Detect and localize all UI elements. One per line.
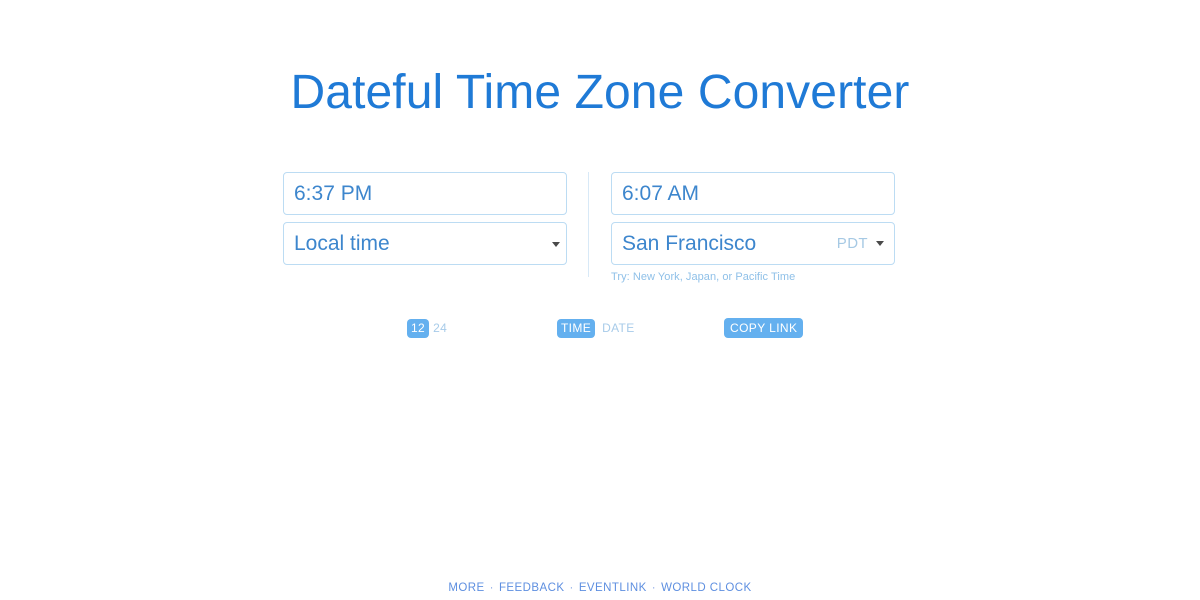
controls-row: 12 24 TIME DATE COPY LINK	[0, 317, 1200, 339]
mode-toggle[interactable]: TIME DATE	[557, 317, 639, 339]
footer-separator: ·	[489, 582, 494, 594]
source-timezone-select[interactable]: Local time	[283, 222, 567, 265]
target-timezone-abbreviation: PDT	[836, 235, 868, 252]
mode-option-time[interactable]: TIME	[557, 318, 596, 338]
source-timezone-value: Local time	[294, 231, 390, 255]
column-divider	[588, 172, 589, 277]
time-zone-converter: 6:37 PM Local time 6:07 AM San Francisco…	[283, 172, 895, 283]
footer-separator: ·	[569, 582, 574, 594]
source-time-input[interactable]: 6:37 PM	[283, 172, 567, 215]
footer-separator: ·	[651, 582, 657, 594]
hour-format-toggle[interactable]: 12 24	[407, 317, 451, 339]
app-root: Dateful Time Zone Converter 6:37 PM Loca…	[0, 0, 1200, 600]
chevron-down-icon	[876, 241, 884, 246]
page-title: Dateful Time Zone Converter	[290, 66, 910, 119]
target-time-value: 6:07 AM	[622, 181, 700, 205]
copy-link-container[interactable]: COPY LINK	[724, 317, 804, 339]
source-time-value: 6:37 PM	[294, 181, 373, 205]
copy-link-button[interactable]: COPY LINK	[724, 318, 804, 338]
hour-format-option-12[interactable]: 12	[407, 318, 430, 338]
footer-link-eventlink[interactable]: EVENTLINK	[579, 582, 647, 594]
target-time-input[interactable]: 6:07 AM	[611, 172, 895, 215]
target-column: 6:07 AM San Francisco PDT Try: New York,…	[611, 172, 895, 283]
footer-link-feedback[interactable]: FEEDBACK	[499, 582, 565, 594]
chevron-down-icon	[552, 242, 560, 247]
timezone-hint: Try: New York, Japan, or Pacific Time	[611, 271, 796, 283]
target-timezone-value: San Francisco	[622, 231, 757, 255]
footer-link-world-clock[interactable]: WORLD CLOCK	[661, 582, 752, 594]
hour-format-option-24[interactable]: 24	[429, 319, 451, 338]
source-column: 6:37 PM Local time	[283, 172, 567, 265]
target-timezone-select[interactable]: San Francisco PDT	[611, 222, 895, 265]
footer-nav: MORE · FEEDBACK · EVENTLINK · WORLD CLOCK	[0, 581, 1200, 595]
footer-link-more[interactable]: MORE	[448, 582, 484, 594]
mode-option-date[interactable]: DATE	[598, 319, 639, 338]
